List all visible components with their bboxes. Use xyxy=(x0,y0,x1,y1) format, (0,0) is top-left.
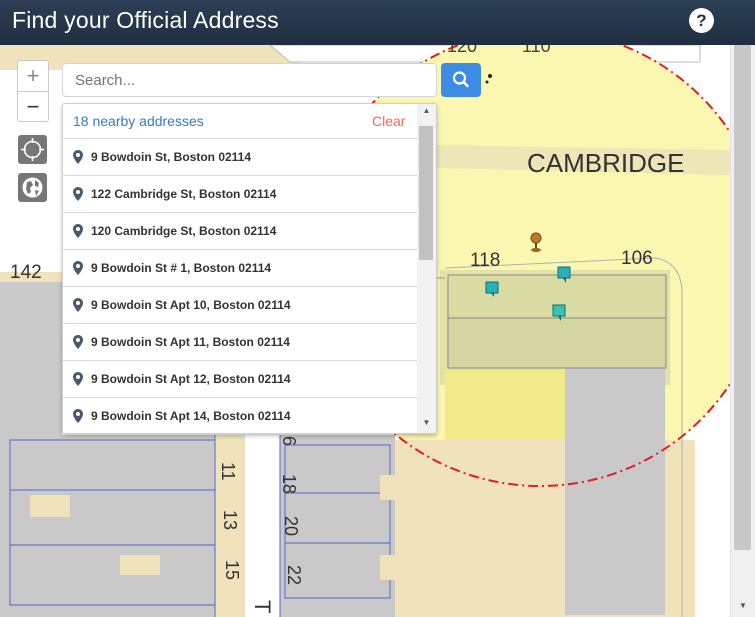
result-address: 122 Cambridge St, Boston 02114 xyxy=(91,187,277,201)
search-input[interactable] xyxy=(62,63,437,97)
map-pin-icon xyxy=(73,409,83,423)
results-dropdown: 18 nearby addresses Clear 9 Bowdoin St, … xyxy=(62,103,437,434)
map-pin-icon xyxy=(73,298,83,312)
street-number: 110 xyxy=(522,45,551,56)
result-item[interactable]: 9 Bowdoin St Apt 10, Boston 02114 xyxy=(63,287,417,324)
search-button[interactable] xyxy=(441,63,481,97)
street-number: 22 xyxy=(284,565,304,585)
crosshair-icon xyxy=(21,138,44,161)
zoom-control: + − xyxy=(17,60,49,122)
map-pin-icon xyxy=(73,335,83,349)
result-item[interactable]: 122 Cambridge St, Boston 02114 xyxy=(63,176,417,213)
page-scroll-down-arrow[interactable]: ▼ xyxy=(731,597,755,615)
scroll-up-arrow[interactable]: ▲ xyxy=(417,106,436,115)
zoom-out-button[interactable]: − xyxy=(18,91,48,121)
map-pin-icon xyxy=(73,150,83,164)
basemap-button[interactable] xyxy=(18,173,47,202)
result-address: 9 Bowdoin St Apt 10, Boston 02114 xyxy=(91,298,291,312)
app-title: Find your Official Address xyxy=(12,7,279,33)
result-address: 9 Bowdoin St Apt 11, Boston 02114 xyxy=(91,335,290,349)
page-scroll-thumb[interactable] xyxy=(734,45,751,550)
map-pin-icon xyxy=(73,372,83,386)
results-scroll-thumb[interactable] xyxy=(419,126,433,260)
street-number: 106 xyxy=(621,248,653,269)
result-item[interactable]: 9 Bowdoin St # 1, Boston 02114 xyxy=(63,250,417,287)
street-number: 142 xyxy=(10,262,42,283)
result-address: 9 Bowdoin St Apt 12, Boston 02114 xyxy=(91,372,291,386)
result-address: 9 Bowdoin St, Boston 02114 xyxy=(91,150,252,164)
result-item[interactable]: 9 Bowdoin St, Boston 02114 xyxy=(63,139,417,176)
street-number: 6 xyxy=(279,436,299,446)
result-item[interactable]: 9 Bowdoin St Apt 14, Boston 02114 xyxy=(63,398,417,433)
map-pin-icon xyxy=(73,224,83,238)
search-icon xyxy=(452,71,469,88)
globe-icon xyxy=(22,177,43,198)
street-label: CAMBRIDGE xyxy=(527,148,684,178)
result-address: 9 Bowdoin St Apt 14, Boston 02114 xyxy=(91,409,291,423)
result-item[interactable]: 120 Cambridge St, Boston 02114 xyxy=(63,213,417,250)
results-scrollbar[interactable]: ▲ ▼ xyxy=(417,104,436,433)
street-number: 20 xyxy=(281,516,301,536)
street-number: 18 xyxy=(279,474,299,494)
street-number: 120 xyxy=(447,45,477,56)
result-address: 9 Bowdoin St # 1, Boston 02114 xyxy=(91,261,272,275)
scroll-down-arrow[interactable]: ▼ xyxy=(417,418,436,427)
result-item[interactable]: 9 Bowdoin St Apt 11, Boston 02114 xyxy=(63,324,417,361)
app-header: Find your Official Address ? xyxy=(0,0,755,45)
result-item[interactable]: 9 Bowdoin St Apt 12, Boston 02114 xyxy=(63,361,417,398)
street-number: 11 xyxy=(218,462,238,481)
clear-button[interactable]: Clear xyxy=(372,113,405,129)
result-address: 120 Cambridge St, Boston 02114 xyxy=(91,224,277,238)
map-pin-icon xyxy=(73,261,83,275)
street-number: 13 xyxy=(220,510,240,530)
results-count: 18 nearby addresses xyxy=(73,113,204,129)
help-button[interactable]: ? xyxy=(689,8,714,33)
results-header: 18 nearby addresses Clear xyxy=(63,104,417,139)
map-pin-icon xyxy=(73,187,83,201)
page-scrollbar[interactable]: ▼ xyxy=(730,45,755,617)
zoom-in-button[interactable]: + xyxy=(18,61,48,91)
street-number: 118 xyxy=(470,250,500,271)
locate-button[interactable] xyxy=(18,135,47,164)
street-number: 15 xyxy=(222,560,242,580)
street-name-fragment: T xyxy=(250,600,275,613)
